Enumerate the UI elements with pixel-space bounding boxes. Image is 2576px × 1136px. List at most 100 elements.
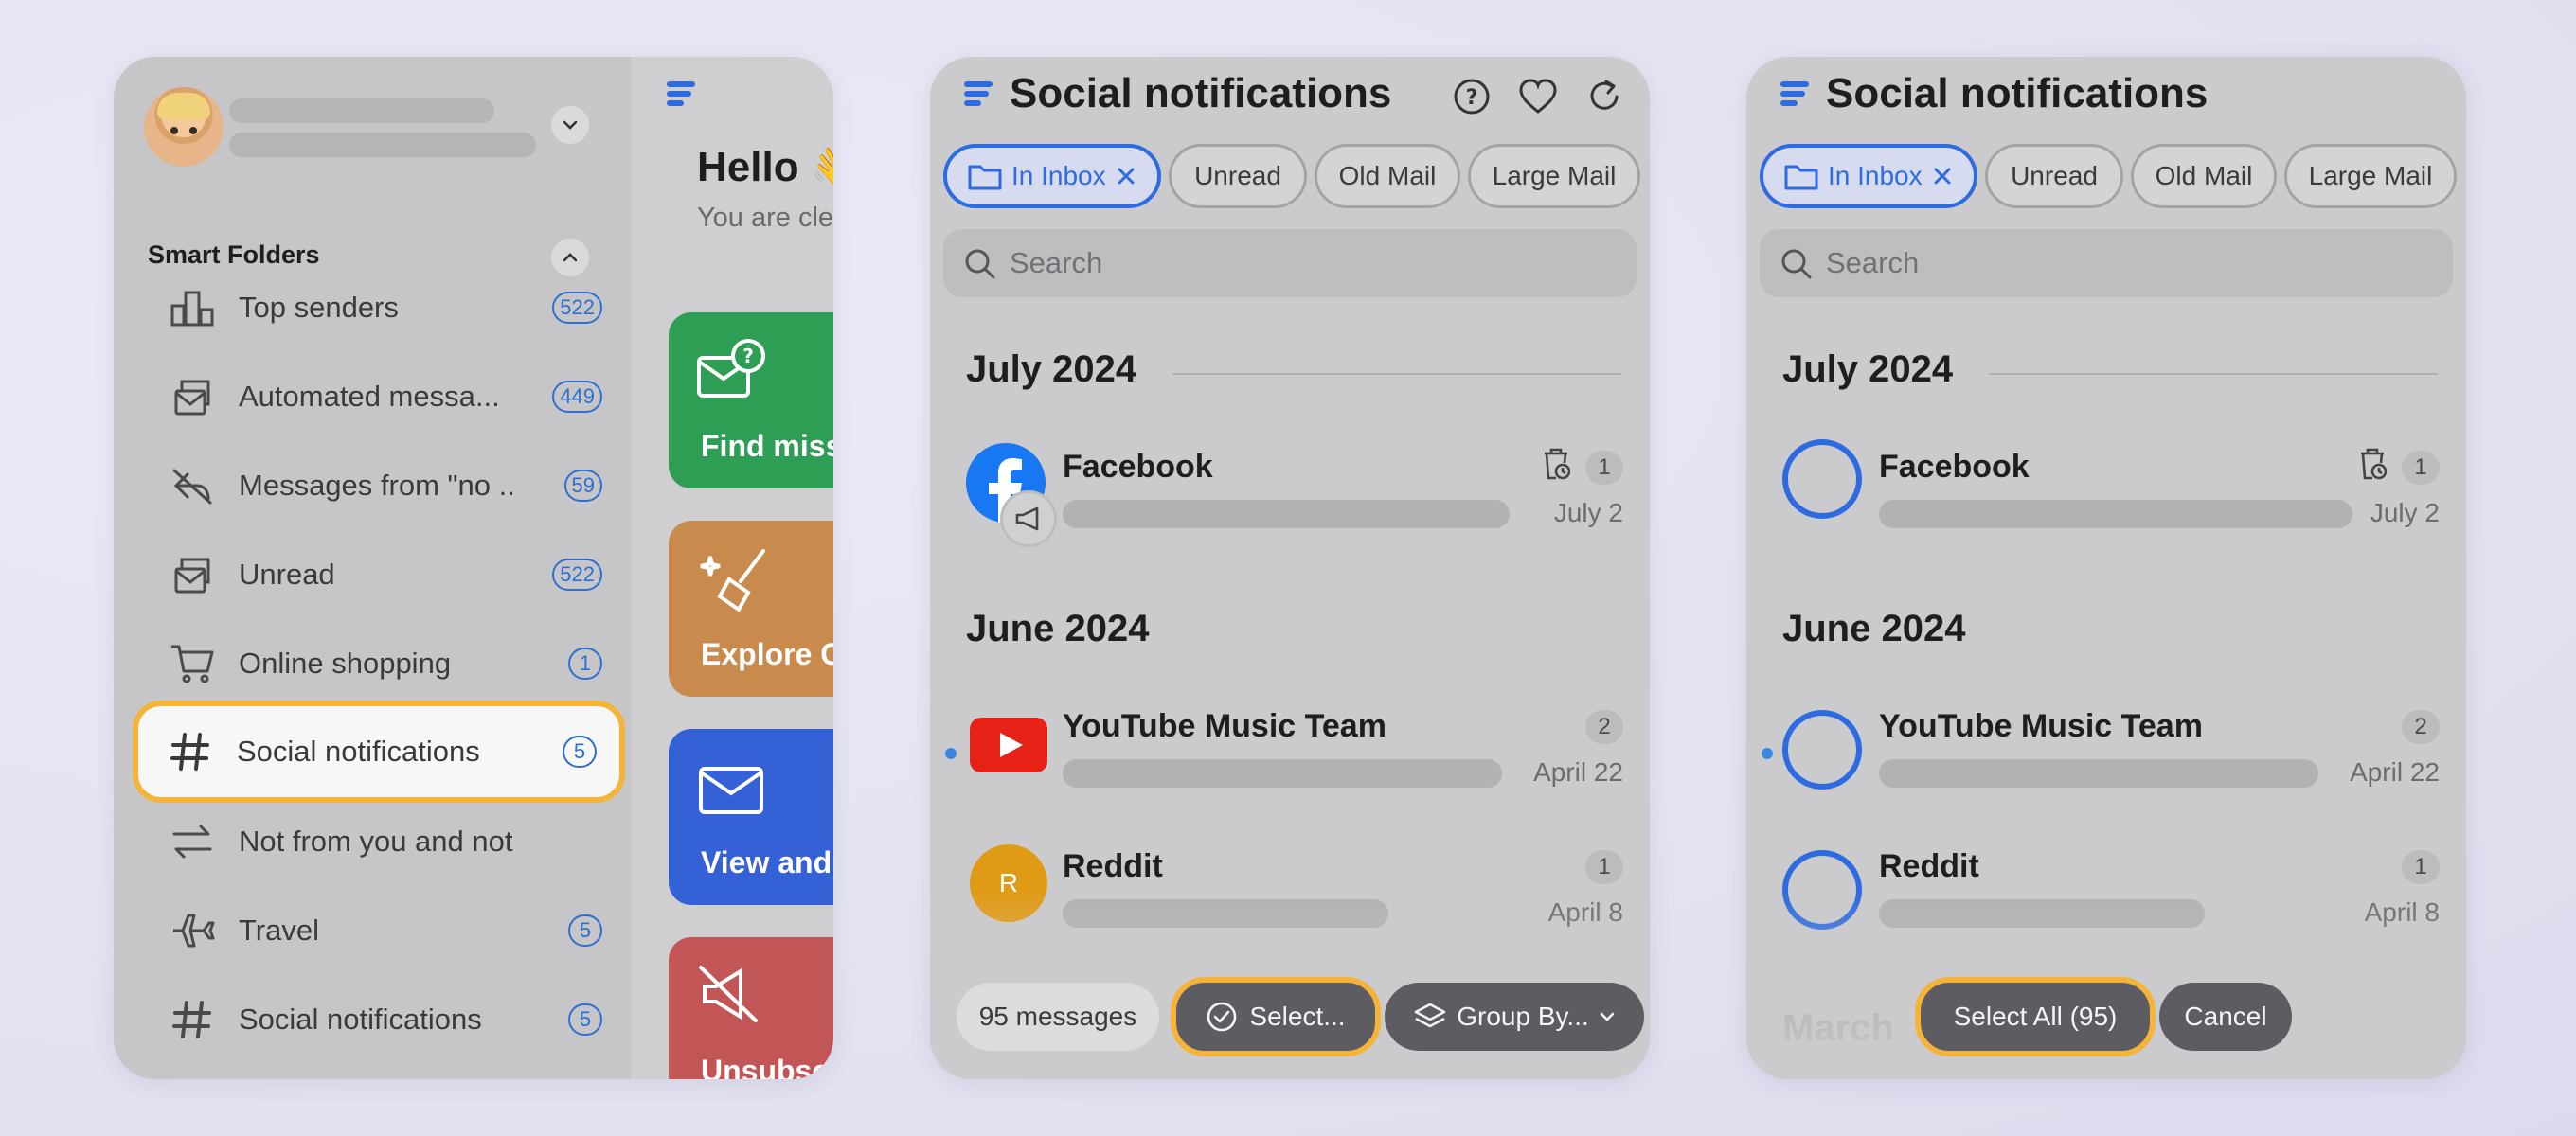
filter-chip-in-inbox[interactable]: In Inbox xyxy=(943,144,1161,208)
sender-row-reddit[interactable]: Reddit 1 April 8 xyxy=(1746,848,2466,971)
refresh-icon[interactable] xyxy=(1582,74,1627,119)
sender-name: YouTube Music Team xyxy=(1879,708,2203,744)
folder-icon xyxy=(1784,165,1818,190)
account-email-placeholder xyxy=(229,133,536,157)
sidebar-item-label: Not from you and not to ... xyxy=(239,825,513,858)
sender-row-facebook[interactable]: Facebook 1 July 2 xyxy=(1746,439,2466,572)
hashtag-icon xyxy=(167,994,218,1045)
filter-chip-large-mail[interactable]: Large Mail xyxy=(2284,144,2457,208)
sidebar-item-not-from-you[interactable]: Not from you and not to ... xyxy=(146,797,625,886)
count-badge: 522 xyxy=(552,292,602,324)
select-button[interactable]: Select... xyxy=(1171,977,1381,1056)
preview-placeholder xyxy=(1879,500,2352,528)
explore-card[interactable]: Explore C xyxy=(669,521,833,697)
avatar[interactable] xyxy=(144,87,224,167)
selection-circle[interactable] xyxy=(1782,710,1862,790)
count-badge: 522 xyxy=(552,559,602,591)
menu-icon[interactable] xyxy=(964,78,996,110)
group-by-label: Group By... xyxy=(1457,1002,1589,1031)
selection-circle[interactable] xyxy=(1782,850,1862,930)
sidebar-item-label: Social notifications xyxy=(237,735,480,768)
megaphone-badge xyxy=(1000,490,1057,547)
find-missing-card[interactable]: ? Find miss xyxy=(669,312,833,488)
layers-icon xyxy=(1414,1003,1446,1028)
sender-row-youtube[interactable]: YouTube Music Team 2 April 22 xyxy=(1746,708,2466,831)
select-all-button[interactable]: Select All (95) xyxy=(1915,977,2156,1056)
filter-chip-old-mail[interactable]: Old Mail xyxy=(1315,144,1460,208)
sidebar-item-travel[interactable]: Travel 5 xyxy=(146,886,625,975)
filter-chip-unread[interactable]: Unread xyxy=(1985,144,2123,208)
sender-row-youtube[interactable]: YouTube Music Team 2 April 22 xyxy=(930,708,1650,831)
month-header: July 2024 xyxy=(1782,348,1954,390)
menu-icon[interactable] xyxy=(667,78,699,110)
svg-text:?: ? xyxy=(1466,86,1478,110)
sidebar-item-top-senders[interactable]: Top senders 522 xyxy=(146,263,625,352)
sender-row-reddit[interactable]: R Reddit 1 April 8 xyxy=(930,844,1650,971)
sender-row-facebook[interactable]: Facebook 1 July 2 xyxy=(930,443,1650,572)
unread-dot xyxy=(945,748,957,759)
greeting-title: Hello 👋 xyxy=(697,144,833,190)
sidebar-item-label: Messages from "no ... xyxy=(239,469,513,502)
chevron-down-icon xyxy=(563,120,578,130)
divider xyxy=(1172,373,1621,375)
sidebar-item-social-notifications[interactable]: Social notifications 5 xyxy=(133,701,625,803)
message-date: April 8 xyxy=(2364,897,2440,927)
heart-icon[interactable] xyxy=(1515,74,1561,119)
unread-dot xyxy=(1762,748,1773,759)
arrows-icon xyxy=(167,816,218,867)
sidebar-item-no-reply[interactable]: Messages from "no ... 59 xyxy=(146,441,625,530)
filter-chip-in-inbox[interactable]: In Inbox xyxy=(1760,144,1977,208)
count-badge: 1 xyxy=(568,648,602,680)
select-label: Select... xyxy=(1249,1002,1346,1031)
group-by-button[interactable]: Group By... xyxy=(1385,983,1644,1051)
message-date: July 2 xyxy=(1553,498,1623,527)
sidebar-item-label: Travel xyxy=(239,914,319,947)
cancel-button[interactable]: Cancel xyxy=(2159,983,2292,1051)
mute-megaphone-icon xyxy=(699,966,758,1022)
month-header: June 2024 xyxy=(966,608,1150,649)
help-icon[interactable]: ? xyxy=(1449,74,1494,119)
account-name-placeholder xyxy=(229,98,494,123)
sidebar-item-social-notifications-2[interactable]: Social notifications 5 xyxy=(146,975,625,1064)
menu-icon[interactable] xyxy=(1780,78,1813,110)
filter-chip-old-mail[interactable]: Old Mail xyxy=(2131,144,2277,208)
sidebar-screen: Smart Folders Top senders 522 Automated … xyxy=(114,57,833,1079)
message-date: April 8 xyxy=(1547,897,1623,927)
month-header: July 2024 xyxy=(966,348,1137,390)
sidebar-item-label: Top senders xyxy=(239,291,399,324)
megaphone-icon xyxy=(1015,506,1039,531)
search-input[interactable]: Search xyxy=(943,229,1637,297)
filter-chip-unread[interactable]: Unread xyxy=(1169,144,1307,208)
preview-placeholder xyxy=(1879,899,2205,928)
sender-name: Reddit xyxy=(1063,848,1163,884)
sidebar-item-automated[interactable]: Automated messa... 449 xyxy=(146,352,625,441)
check-circle-icon xyxy=(1208,1002,1237,1032)
close-icon[interactable] xyxy=(1934,168,1951,185)
youtube-logo xyxy=(970,718,1047,772)
unsubscribe-card[interactable]: Unsubsc xyxy=(669,937,833,1079)
trash-clock-icon[interactable] xyxy=(1542,447,1570,481)
count-badge: 59 xyxy=(564,470,602,502)
card-label: Unsubsc xyxy=(701,1054,830,1079)
filter-chip-large-mail[interactable]: Large Mail xyxy=(1468,144,1640,208)
social-notifications-screen: Social notifications ? In Inbox Unread O… xyxy=(930,57,1650,1079)
count-badge: 5 xyxy=(563,736,597,768)
search-input[interactable]: Search xyxy=(1760,229,2453,297)
view-and-card[interactable]: View and xyxy=(669,729,833,905)
folder-icon xyxy=(968,165,1002,190)
close-icon[interactable] xyxy=(1118,168,1135,185)
cart-icon xyxy=(167,638,218,689)
card-label: Explore C xyxy=(701,637,833,671)
plane-icon xyxy=(167,905,218,956)
automated-icon xyxy=(167,371,218,422)
message-date: July 2 xyxy=(2370,498,2440,527)
hashtag-icon xyxy=(165,726,216,777)
message-count: 1 xyxy=(1585,850,1623,884)
card-label: View and xyxy=(701,845,832,879)
account-dropdown-button[interactable] xyxy=(551,106,589,144)
sidebar-item-online-shopping[interactable]: Online shopping 1 xyxy=(146,619,625,708)
sidebar-item-unread[interactable]: Unread 522 xyxy=(146,530,625,619)
message-count-pill: 95 messages xyxy=(957,983,1159,1051)
selection-circle[interactable] xyxy=(1782,439,1862,519)
trash-clock-icon[interactable] xyxy=(2358,447,2387,481)
